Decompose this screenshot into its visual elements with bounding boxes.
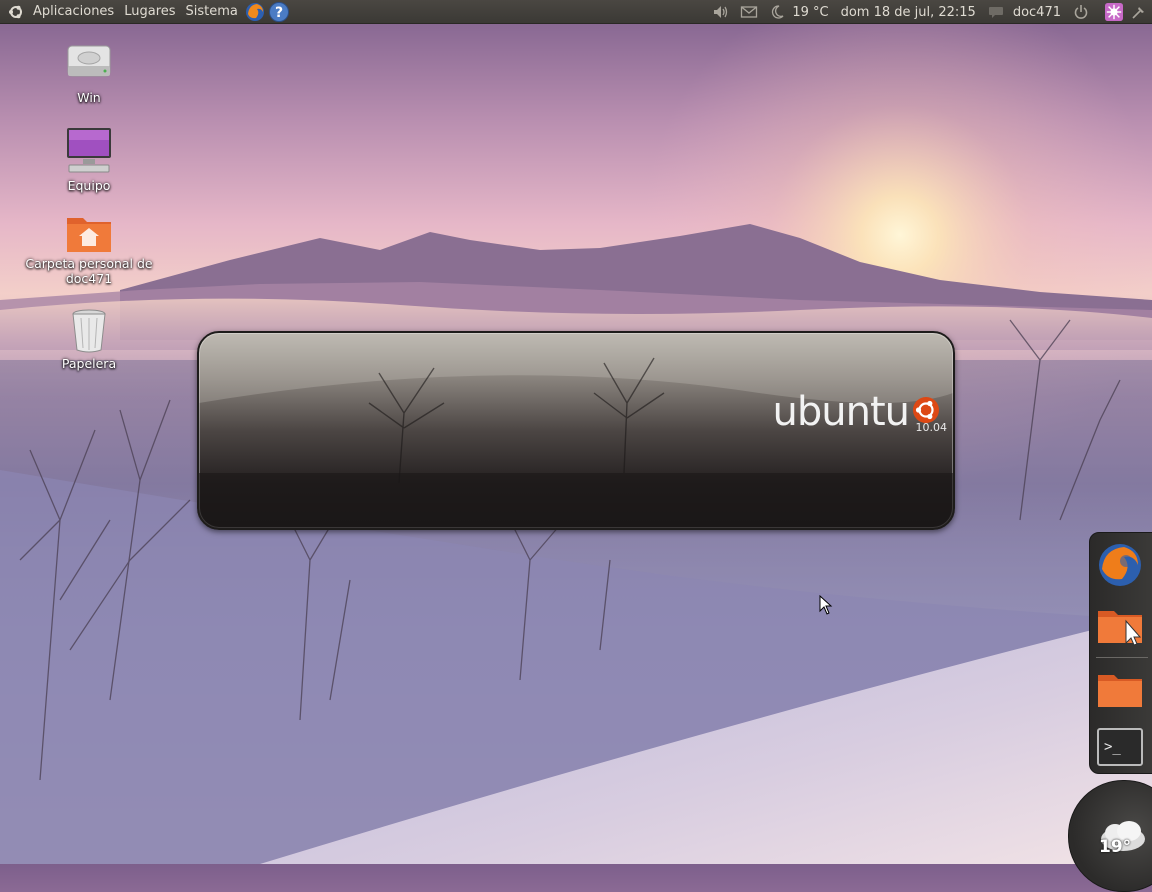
ubuntu-logo-icon[interactable]: [8, 4, 24, 20]
dock-panel: >_: [1089, 532, 1152, 774]
desktop-icon-label: Equipo: [67, 178, 111, 193]
chat-status-icon[interactable]: [987, 3, 1005, 21]
menu-aplicaciones[interactable]: Aplicaciones: [28, 4, 119, 19]
firefox-launcher-icon[interactable]: [244, 1, 266, 23]
pin-icon[interactable]: [1130, 3, 1148, 21]
folder-icon[interactable]: [1096, 665, 1144, 713]
folder-icon[interactable]: [1096, 601, 1144, 649]
hard-drive-icon: [67, 45, 111, 77]
desktop-icon-label: Carpeta personal de doc471: [25, 256, 153, 286]
terminal-icon[interactable]: >_: [1096, 723, 1144, 771]
trash-icon: [72, 309, 106, 353]
dock-separator: [1096, 657, 1148, 658]
mail-icon[interactable]: [740, 3, 758, 21]
username-label[interactable]: doc471: [1007, 5, 1067, 20]
top-panel: Aplicaciones Lugares Sistema ? 19 °C dom…: [0, 0, 1152, 24]
temperature-label[interactable]: 19 °C: [786, 5, 834, 20]
settings-applet-icon[interactable]: [1105, 3, 1123, 21]
ubuntu-version-label: 10.04: [915, 421, 948, 434]
desktop-icon-home[interactable]: Carpeta personal de doc471: [19, 212, 159, 286]
power-icon[interactable]: [1072, 3, 1090, 21]
desktop-icon-label: Win: [77, 90, 101, 105]
mouse-cursor-icon: [819, 595, 833, 615]
desktop-icon-label: Papelera: [61, 356, 117, 371]
firefox-icon[interactable]: [1096, 541, 1144, 589]
help-icon[interactable]: ?: [268, 1, 290, 23]
weather-moon-icon[interactable]: [768, 3, 786, 21]
home-folder-icon: [67, 218, 111, 252]
clock-label[interactable]: dom 18 de jul, 22:15: [835, 5, 982, 20]
volume-icon[interactable]: [712, 3, 730, 21]
desktop-icon-equipo[interactable]: Equipo: [19, 126, 159, 193]
desktop-icon-win[interactable]: Win: [19, 40, 159, 105]
svg-text:>_: >_: [1104, 739, 1121, 755]
ubuntu-splash-banner: ubuntu 10.04: [197, 331, 955, 530]
menu-sistema[interactable]: Sistema: [181, 4, 243, 19]
ubuntu-wordmark: ubuntu: [772, 389, 910, 435]
svg-text:?: ?: [275, 5, 283, 21]
computer-icon: [67, 128, 111, 173]
weather-temperature: 19°: [1099, 837, 1132, 857]
desktop-icon-trash[interactable]: Papelera: [19, 306, 159, 371]
menu-lugares[interactable]: Lugares: [119, 4, 180, 19]
